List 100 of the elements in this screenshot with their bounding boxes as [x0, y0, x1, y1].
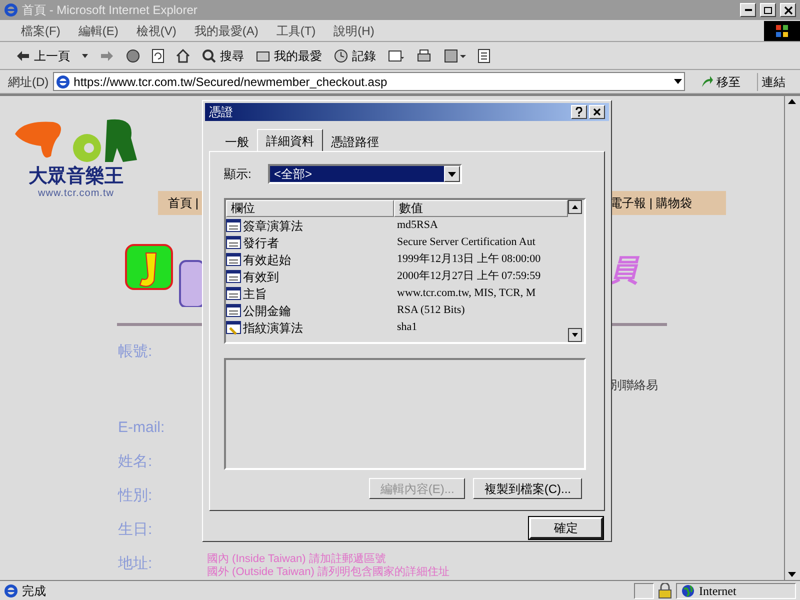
search-button[interactable]: 搜尋 — [202, 46, 244, 64]
zone-text: Internet — [699, 582, 736, 600]
pencil-form-icon — [226, 320, 241, 335]
page-icon — [4, 582, 18, 598]
stop-icon[interactable] — [126, 48, 140, 62]
right-arrow-icon — [100, 50, 114, 62]
menu-item[interactable]: 工具(T) — [267, 22, 325, 40]
list-row[interactable]: 簽章演算法 md5RSA — [226, 217, 568, 234]
field-value: sha1 — [396, 320, 418, 336]
menu-item[interactable]: 檔案(F) — [12, 22, 70, 40]
history-button[interactable]: 記錄 — [334, 46, 376, 64]
show-label: 顯示: — [224, 166, 252, 183]
browser-icon — [4, 2, 18, 18]
field-value: 1999年12月13日 上午 08:00:00 — [396, 252, 542, 268]
dropdown-arrow-icon[interactable] — [82, 54, 88, 58]
home-icon[interactable] — [176, 48, 190, 62]
close-icon — [784, 6, 792, 14]
menu-item[interactable]: 檢視(V) — [127, 22, 186, 40]
list-row[interactable]: 有效到 2000年12月27日 上午 07:59:59 — [226, 268, 568, 285]
restore-icon — [764, 6, 772, 14]
globe-icon — [681, 584, 695, 598]
form-label: 性別: — [118, 486, 154, 506]
scroll-down-icon — [568, 328, 582, 342]
padlock-icon — [658, 582, 672, 598]
dropdown-arrow-icon — [448, 172, 456, 176]
form-icon — [226, 218, 241, 233]
close-button[interactable] — [780, 3, 796, 17]
list-row[interactable]: 公開金鑰 RSA (512 Bits) — [226, 302, 568, 319]
window-title: 首頁 - Microsoft Internet Explorer — [22, 2, 198, 19]
form-label: E-mail: — [118, 418, 165, 438]
refresh-icon[interactable] — [152, 48, 164, 62]
address-label: 網址(D) — [8, 74, 49, 90]
field-name: 簽章演算法 — [243, 218, 303, 234]
list-row[interactable]: 有效起始 1999年12月13日 上午 08:00:00 — [226, 251, 568, 268]
column-header[interactable]: 欄位 — [226, 200, 394, 217]
form-label: 生日: — [118, 520, 154, 540]
show-dropdown[interactable]: <全部> — [268, 164, 462, 184]
field-name: 主旨 — [243, 286, 267, 302]
field-name: 公開金鑰 — [243, 302, 291, 320]
menu-item[interactable]: 我的最愛(A) — [185, 22, 268, 40]
field-name: 指紋演算法 — [243, 320, 303, 336]
address-note: 國內 (Inside Taiwan) 請加註郵遞區號 — [207, 553, 387, 566]
links-button[interactable]: 連結 — [756, 72, 786, 90]
forward-button[interactable] — [100, 50, 114, 62]
menu-item[interactable]: 說明(H) — [324, 22, 384, 40]
left-arrow-icon — [16, 50, 30, 62]
minimize-button[interactable] — [740, 3, 756, 17]
dialog-tab[interactable]: 一般 — [217, 133, 257, 151]
form-label: 地址: — [118, 554, 154, 574]
form-icon — [226, 252, 241, 267]
field-value: md5RSA — [396, 218, 439, 234]
go-button[interactable]: 移至 — [696, 72, 745, 90]
go-arrow-icon — [700, 76, 713, 88]
logo-url: www.tcr.com.tw — [38, 188, 114, 200]
restore-button[interactable] — [760, 3, 776, 17]
dialog-tab[interactable]: 憑證路徑 — [323, 133, 387, 151]
field-value: RSA (512 Bits) — [396, 303, 466, 318]
close-icon — [592, 107, 602, 117]
dialog-tab[interactable]: 詳細資料 — [257, 129, 323, 151]
dialog-button[interactable]: 複製到檔案(C)... — [473, 478, 582, 499]
menu-item[interactable]: 編輯(E) — [69, 22, 128, 40]
field-value: Secure Server Certification Aut — [396, 235, 536, 250]
field-list[interactable]: 欄位 數值 簽章演算法 md5RSA 發行者 Secure Server Certification Aut 有效起始 1999年12月13日 上午 08:00:00 有效到 2000年12月27日 上午 07:59:59 主旨 www.tcr.com.tw, MIS, TCR, M 公開金鑰 RSA (512 Bits) 指紋演算法 sha1 — [224, 198, 586, 344]
ok-button[interactable]: 確定 — [529, 517, 603, 539]
list-scrollbar[interactable] — [568, 200, 584, 342]
search-icon — [202, 48, 216, 62]
column-header[interactable]: 數值 — [394, 200, 568, 217]
form-icon — [226, 303, 241, 318]
status-panel — [634, 582, 654, 598]
help-button[interactable] — [571, 105, 587, 119]
list-row[interactable]: 指紋演算法 sha1 — [226, 319, 568, 336]
form-label: 姓名: — [118, 452, 154, 472]
form-label: 帳號: — [118, 342, 154, 362]
form-icon — [226, 235, 241, 250]
scroll-up-icon — [568, 200, 582, 214]
address-field[interactable]: https://www.tcr.com.tw/Secured/newmember_checkout.asp — [52, 72, 685, 91]
field-value: www.tcr.com.tw, MIS, TCR, M — [396, 286, 537, 302]
dialog-title: 憑證 — [209, 104, 234, 121]
field-value: 2000年12月27日 上午 07:59:59 — [396, 269, 542, 284]
field-name: 有效到 — [243, 268, 279, 286]
heading-fragment: 員 — [608, 256, 638, 286]
page-icon — [56, 74, 70, 90]
windows-flag-icon — [775, 24, 789, 38]
address-note: 國外 (Outside Taiwan) 請列明包含國家的詳細住址 — [207, 566, 450, 579]
field-name: 發行者 — [243, 234, 279, 252]
logo-name: 大眾音樂王 — [28, 166, 124, 188]
back-button[interactable]: 上一頁 — [16, 46, 70, 64]
close-button[interactable] — [589, 105, 605, 119]
list-row[interactable]: 主旨 www.tcr.com.tw, MIS, TCR, M — [226, 285, 568, 302]
minimize-icon — [744, 9, 752, 11]
status-text: 完成 — [22, 582, 46, 600]
form-icon — [226, 286, 241, 301]
list-row[interactable]: 發行者 Secure Server Certification Aut — [226, 234, 568, 251]
document-icon[interactable] — [478, 48, 490, 62]
printer-icon[interactable] — [416, 48, 432, 62]
dropdown-arrow-icon — [674, 79, 682, 84]
field-name: 有效起始 — [243, 252, 291, 268]
favorites-button[interactable]: 我的最愛 — [256, 46, 322, 64]
question-mark-icon — [575, 107, 583, 117]
form-icon — [226, 269, 241, 284]
